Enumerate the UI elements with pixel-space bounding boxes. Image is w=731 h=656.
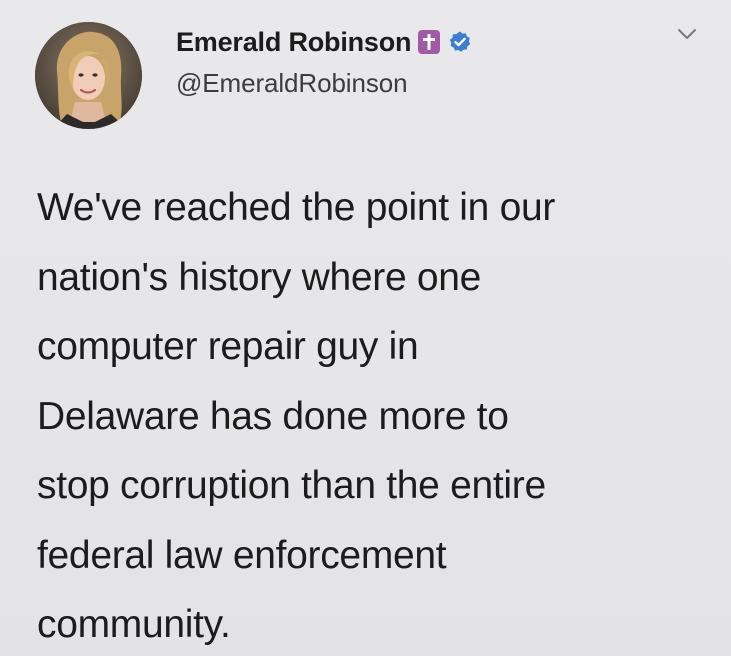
verified-badge-icon xyxy=(448,30,472,54)
tweet-text-line: nation's history where one xyxy=(37,255,482,299)
tweet-text-line: We've reached the point in our xyxy=(37,186,556,229)
tweet-header: Emerald Robinson @EmeraldRobinson xyxy=(176,26,472,99)
tweet-body: We've reached the point in our nation's … xyxy=(37,173,717,656)
chevron-down-icon[interactable] xyxy=(675,26,699,42)
tweet-text-line: community. xyxy=(37,603,231,646)
latin-cross-icon xyxy=(418,30,441,54)
tweet-card: Emerald Robinson @EmeraldRobinson We've … xyxy=(0,0,731,656)
avatar-photo xyxy=(35,22,142,129)
author-name-row: Emerald Robinson xyxy=(176,26,472,58)
tweet-text-line: federal law enforcement xyxy=(37,533,447,577)
author-handle[interactable]: @EmeraldRobinson xyxy=(176,68,472,99)
author-name[interactable]: Emerald Robinson xyxy=(176,27,412,58)
tweet-text-line: computer repair guy in xyxy=(37,325,419,368)
tweet-text-line: stop corruption than the entire xyxy=(37,464,546,507)
avatar[interactable] xyxy=(35,22,142,129)
tweet-text-line: Delaware has done more to xyxy=(37,394,509,438)
